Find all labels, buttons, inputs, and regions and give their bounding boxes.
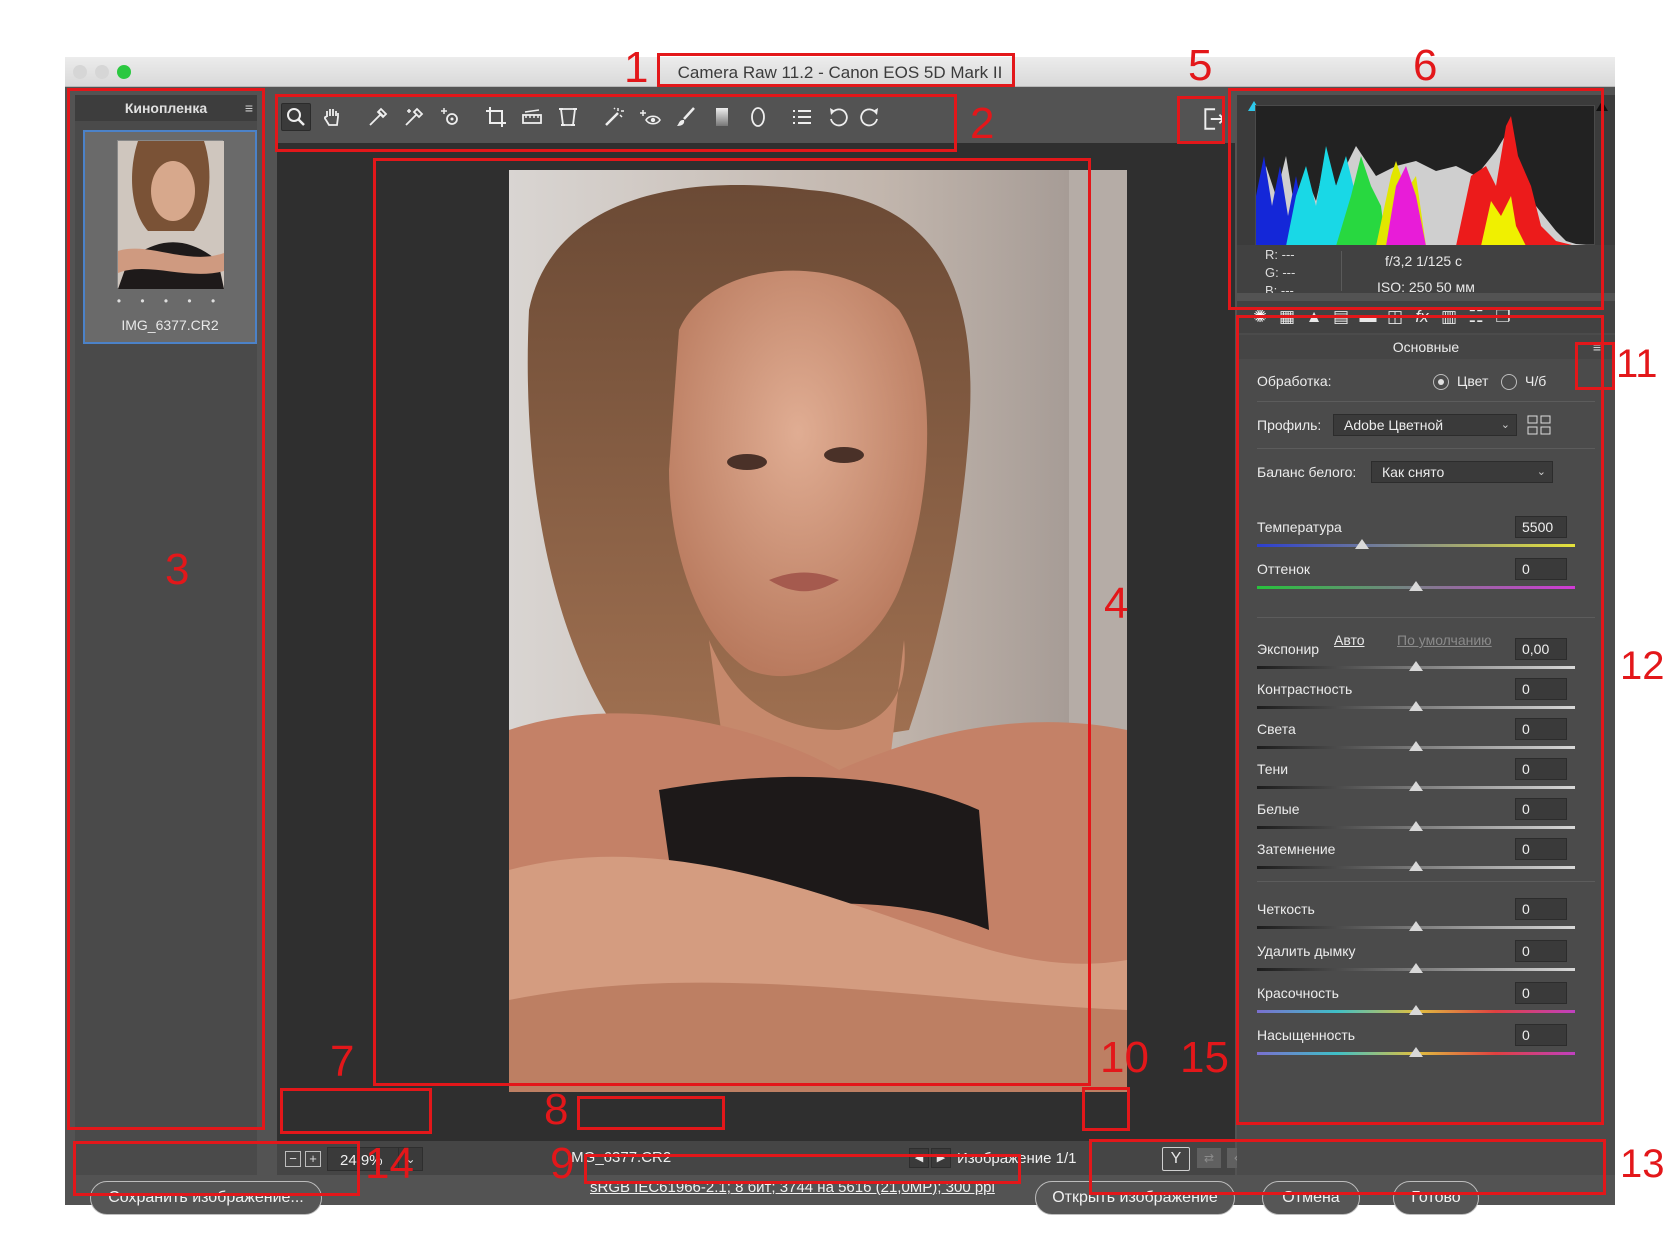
annotation-number: 15 (1180, 1033, 1229, 1082)
annotation-box-1 (657, 53, 1015, 87)
annotation-number: 9 (550, 1139, 575, 1188)
annotation-number: 6 (1413, 41, 1438, 90)
annotation-number: 4 (1104, 579, 1129, 628)
annotation-box-8 (577, 1096, 725, 1130)
annotation-number: 11 (1616, 342, 1658, 386)
annotation-box-7 (280, 1088, 432, 1134)
annotation-number: 5 (1188, 41, 1213, 90)
annotation-box-2 (275, 94, 957, 152)
annotation-number: 14 (365, 1139, 414, 1188)
annotation-box-4 (373, 158, 1091, 1086)
annotation-number: 10 (1100, 1033, 1149, 1082)
annotation-number: 1 (624, 43, 649, 92)
annotation-box-6 (1228, 88, 1604, 310)
annotation-box-14 (73, 1141, 360, 1196)
annotation-number: 12 (1620, 644, 1665, 688)
annotation-number: 2 (970, 99, 995, 148)
annotation-box-5 (1177, 96, 1225, 144)
annotation-number: 7 (330, 1037, 355, 1086)
annotation-box-13 (1089, 1139, 1606, 1195)
annotation-box-9 (584, 1154, 1021, 1184)
annotation-box-12 (1236, 315, 1604, 1125)
annotation-number: 8 (544, 1085, 569, 1134)
annotation-number: 13 (1620, 1142, 1665, 1186)
annotation-box-3 (67, 88, 265, 1130)
annotation-number: 3 (165, 545, 190, 594)
annotation-box-10 (1082, 1087, 1130, 1131)
